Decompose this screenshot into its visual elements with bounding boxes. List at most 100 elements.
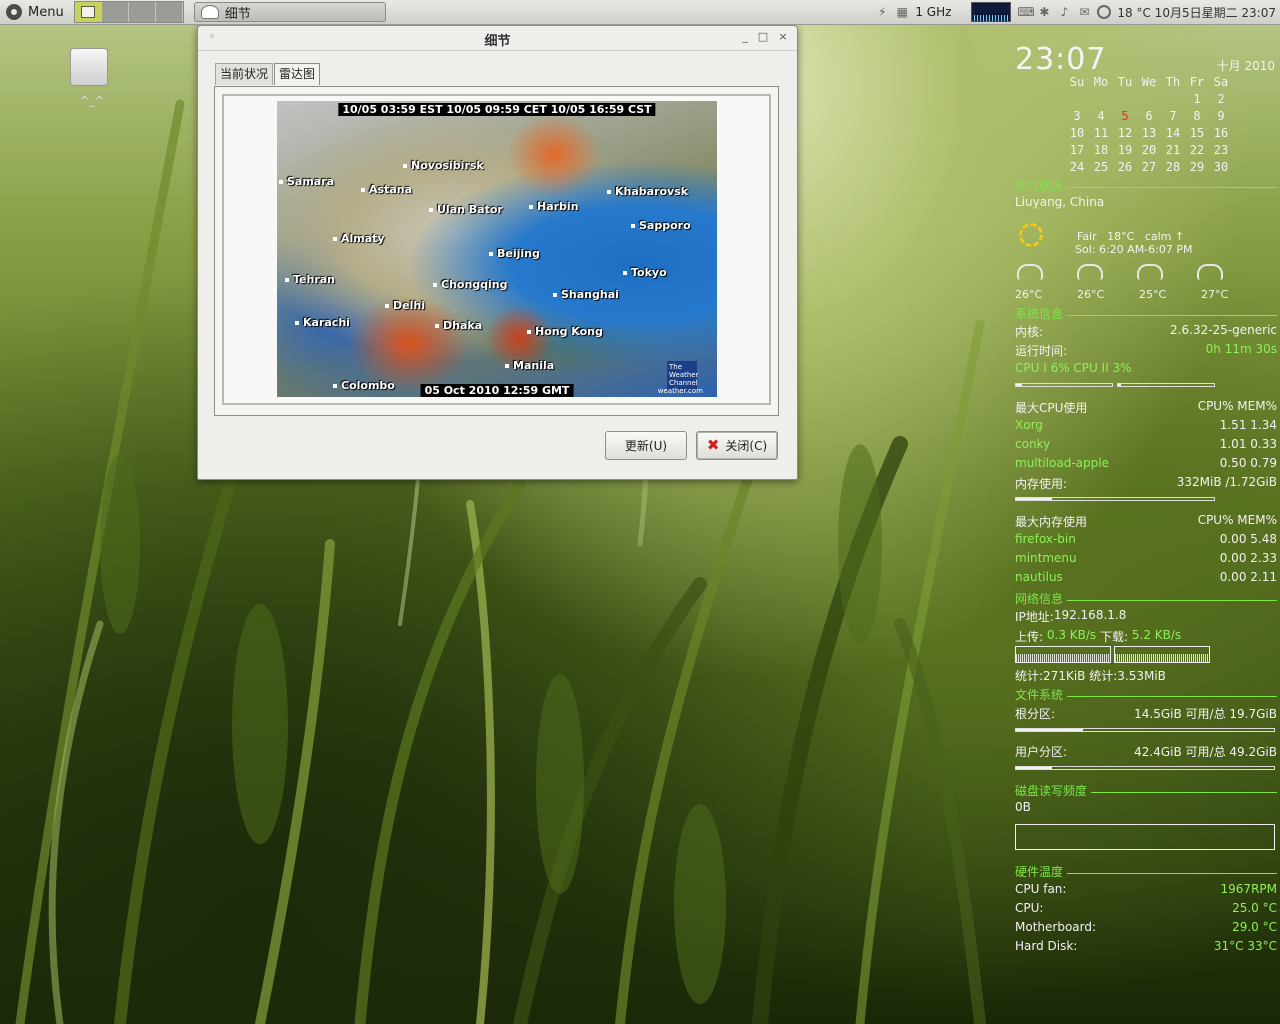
- conky-month-year: 十月 2010: [1216, 59, 1275, 73]
- city-label: Ulan Bator: [429, 203, 503, 216]
- calendar-day: 20: [1141, 143, 1157, 157]
- city-label: Astana: [361, 183, 412, 196]
- disk-io-graph: [1015, 824, 1275, 850]
- calendar-day: 17: [1069, 143, 1085, 157]
- workspace-1[interactable]: [74, 2, 102, 22]
- download-graph: [1114, 646, 1210, 663]
- radar-map-image: 10/05 03:59 EST 10/05 09:59 CET 10/05 16…: [277, 101, 717, 397]
- drive-icon[interactable]: [70, 48, 108, 88]
- tab-current-conditions[interactable]: 当前状况: [215, 63, 274, 85]
- cpu-usage-row: CPU I 6% CPU II 3%: [1015, 361, 1132, 375]
- menu-logo-icon: [6, 4, 22, 20]
- calendar-weekday: We: [1141, 75, 1157, 89]
- bluetooth-icon[interactable]: ✱: [1037, 5, 1051, 19]
- calendar-day: 21: [1165, 143, 1181, 157]
- city-label: Khabarovsk: [607, 185, 688, 198]
- network-icon[interactable]: ⚡: [875, 5, 889, 19]
- clock-weather-text[interactable]: 18 °C 10月5日星期二 23:07: [1117, 4, 1276, 21]
- calendar-weekday: Tu: [1117, 75, 1133, 89]
- city-label: Shanghai: [553, 288, 619, 301]
- drive-caption[interactable]: ^_^: [80, 94, 104, 107]
- menu-button[interactable]: Menu: [0, 0, 70, 24]
- hw-row: Motherboard: 29.0 °C: [1015, 920, 1277, 934]
- sun-cloud-icon: [1019, 223, 1043, 247]
- cpufreq-icon[interactable]: ▦: [895, 5, 909, 19]
- wind-arrow-icon: ↑: [1174, 230, 1185, 243]
- disk-io-section-title: 磁盘读写频度: [1015, 782, 1277, 799]
- calendar-day: [1161, 91, 1185, 108]
- city-label: Samara: [279, 175, 334, 188]
- calendar-day: 5: [1121, 109, 1129, 123]
- close-x-icon: ✖: [706, 436, 720, 454]
- radar-timestamp-bottom: 05 Oct 2010 12:59 GMT: [420, 384, 574, 397]
- city-label: Almaty: [333, 232, 385, 245]
- calendar: Su Mo Tu We Th Fr Sa 1 2 3 4 5 6 7 8 9 10 11 12 13 14…: [1065, 74, 1233, 176]
- disk-io-value: 0B: [1015, 800, 1031, 814]
- calendar-weekday: Su: [1069, 75, 1085, 89]
- ip-row: IP地址: 192.168.1.8: [1015, 608, 1127, 624]
- top-cpu-row: multiload-apple 0.50 0.79: [1015, 456, 1277, 470]
- calendar-week: 17 18 19 20 21 22 23: [1065, 142, 1233, 159]
- minimize-icon[interactable]: _: [739, 31, 751, 43]
- calendar-day: 22: [1189, 143, 1205, 157]
- city-label: Tehran: [285, 273, 335, 286]
- filesystem-section-title: 文件系统: [1015, 686, 1277, 703]
- refresh-button-label: 更新(U): [624, 439, 668, 453]
- calendar-body: 1 2 3 4 5 6 7 8 9 10 11 12 13 14 15 16 17 18 19 20 21 22 23 24 2…: [1065, 91, 1233, 176]
- cpu1-bar: [1015, 383, 1113, 387]
- weather-status-icon[interactable]: [1097, 5, 1112, 19]
- system-tray: ⚡ ▦ 1 GHz ⌨ ✱ ♪ ✉ 18 °C 10月5日星期二 23:07: [875, 0, 1280, 24]
- calendar-day: 27: [1141, 160, 1157, 174]
- calendar-week: 12: [1065, 91, 1233, 108]
- calendar-day: 7: [1169, 109, 1177, 123]
- uptime-row: 运行时间: 0h 11m 30s: [1015, 342, 1277, 358]
- calendar-weekday: Th: [1165, 75, 1181, 89]
- menu-label: Menu: [28, 4, 64, 20]
- maximize-icon[interactable]: □: [757, 31, 769, 43]
- mail-icon[interactable]: ✉: [1077, 5, 1091, 19]
- details-window: ◦ 细节 _ □ × 当前状况 雷达图 10/05 03:59 EST 10/0…: [197, 25, 798, 480]
- hw-row: Hard Disk: 31°C 33°C: [1015, 939, 1277, 953]
- calendar-day: [1065, 91, 1089, 108]
- city-label: Hong Kong: [527, 325, 603, 338]
- forecast-cloud-icon: [1017, 264, 1043, 280]
- window-title: 细节: [484, 34, 511, 49]
- kernel-row: 内核: 2.6.32-25-generic: [1015, 323, 1277, 339]
- calendar-week: 3 4 5 6 7 8 9: [1065, 108, 1233, 125]
- weather-cloud-icon: [200, 5, 219, 19]
- calendar-day: 19: [1117, 143, 1133, 157]
- calendar-day: 1: [1193, 92, 1201, 106]
- forecast-temp: 26°C: [1015, 288, 1043, 301]
- radar-frame: 10/05 03:59 EST 10/05 09:59 CET 10/05 16…: [222, 94, 771, 405]
- close-button-label: 关闭(C): [725, 439, 768, 453]
- tab-radar[interactable]: 雷达图: [274, 63, 321, 85]
- workspace-3[interactable]: [128, 2, 156, 22]
- calendar-day: 29: [1189, 160, 1205, 174]
- tab-bar: 当前状况 雷达图: [215, 63, 321, 85]
- network-monitor-graph[interactable]: [971, 2, 1012, 22]
- workspace-switcher: [73, 1, 184, 23]
- top-cpu-header: 最大CPU使用 CPU% MEM%: [1015, 399, 1277, 415]
- weather-location: Liuyang, China: [1015, 195, 1105, 209]
- taskbar-window-button[interactable]: 细节: [193, 2, 386, 22]
- workspace-2[interactable]: [101, 2, 129, 22]
- close-button[interactable]: ✖ 关闭(C): [696, 431, 778, 460]
- volume-icon[interactable]: ♪: [1057, 5, 1071, 19]
- conky-clock: 23:07: [1015, 42, 1107, 77]
- traffic-row: 上传: 0.3 KB/s 下载: 5.2 KB/s: [1015, 628, 1182, 644]
- home-fs-row: 用户分区: 42.4GiB 可用/总 49.2GiB: [1015, 745, 1277, 759]
- city-label: Tokyo: [623, 266, 667, 279]
- weather-channel-url: weather.com: [657, 387, 703, 395]
- keyboard-icon[interactable]: ⌨: [1017, 5, 1034, 19]
- refresh-button[interactable]: 更新(U): [605, 431, 687, 460]
- calendar-weekday: Mo: [1093, 75, 1109, 89]
- close-window-icon[interactable]: ×: [777, 31, 789, 43]
- forecast-temp: 27°C: [1201, 288, 1229, 301]
- weather-now: Fair 18°C calm ↑: [1077, 230, 1185, 243]
- cpu2-bar: [1117, 383, 1215, 387]
- window-titlebar[interactable]: ◦ 细节 _ □ ×: [198, 26, 797, 51]
- calendar-day: 15: [1189, 126, 1205, 140]
- hardware-section-title: 硬件温度: [1015, 863, 1277, 880]
- workspace-4[interactable]: [155, 2, 183, 22]
- city-label: Novosibirsk: [403, 159, 484, 172]
